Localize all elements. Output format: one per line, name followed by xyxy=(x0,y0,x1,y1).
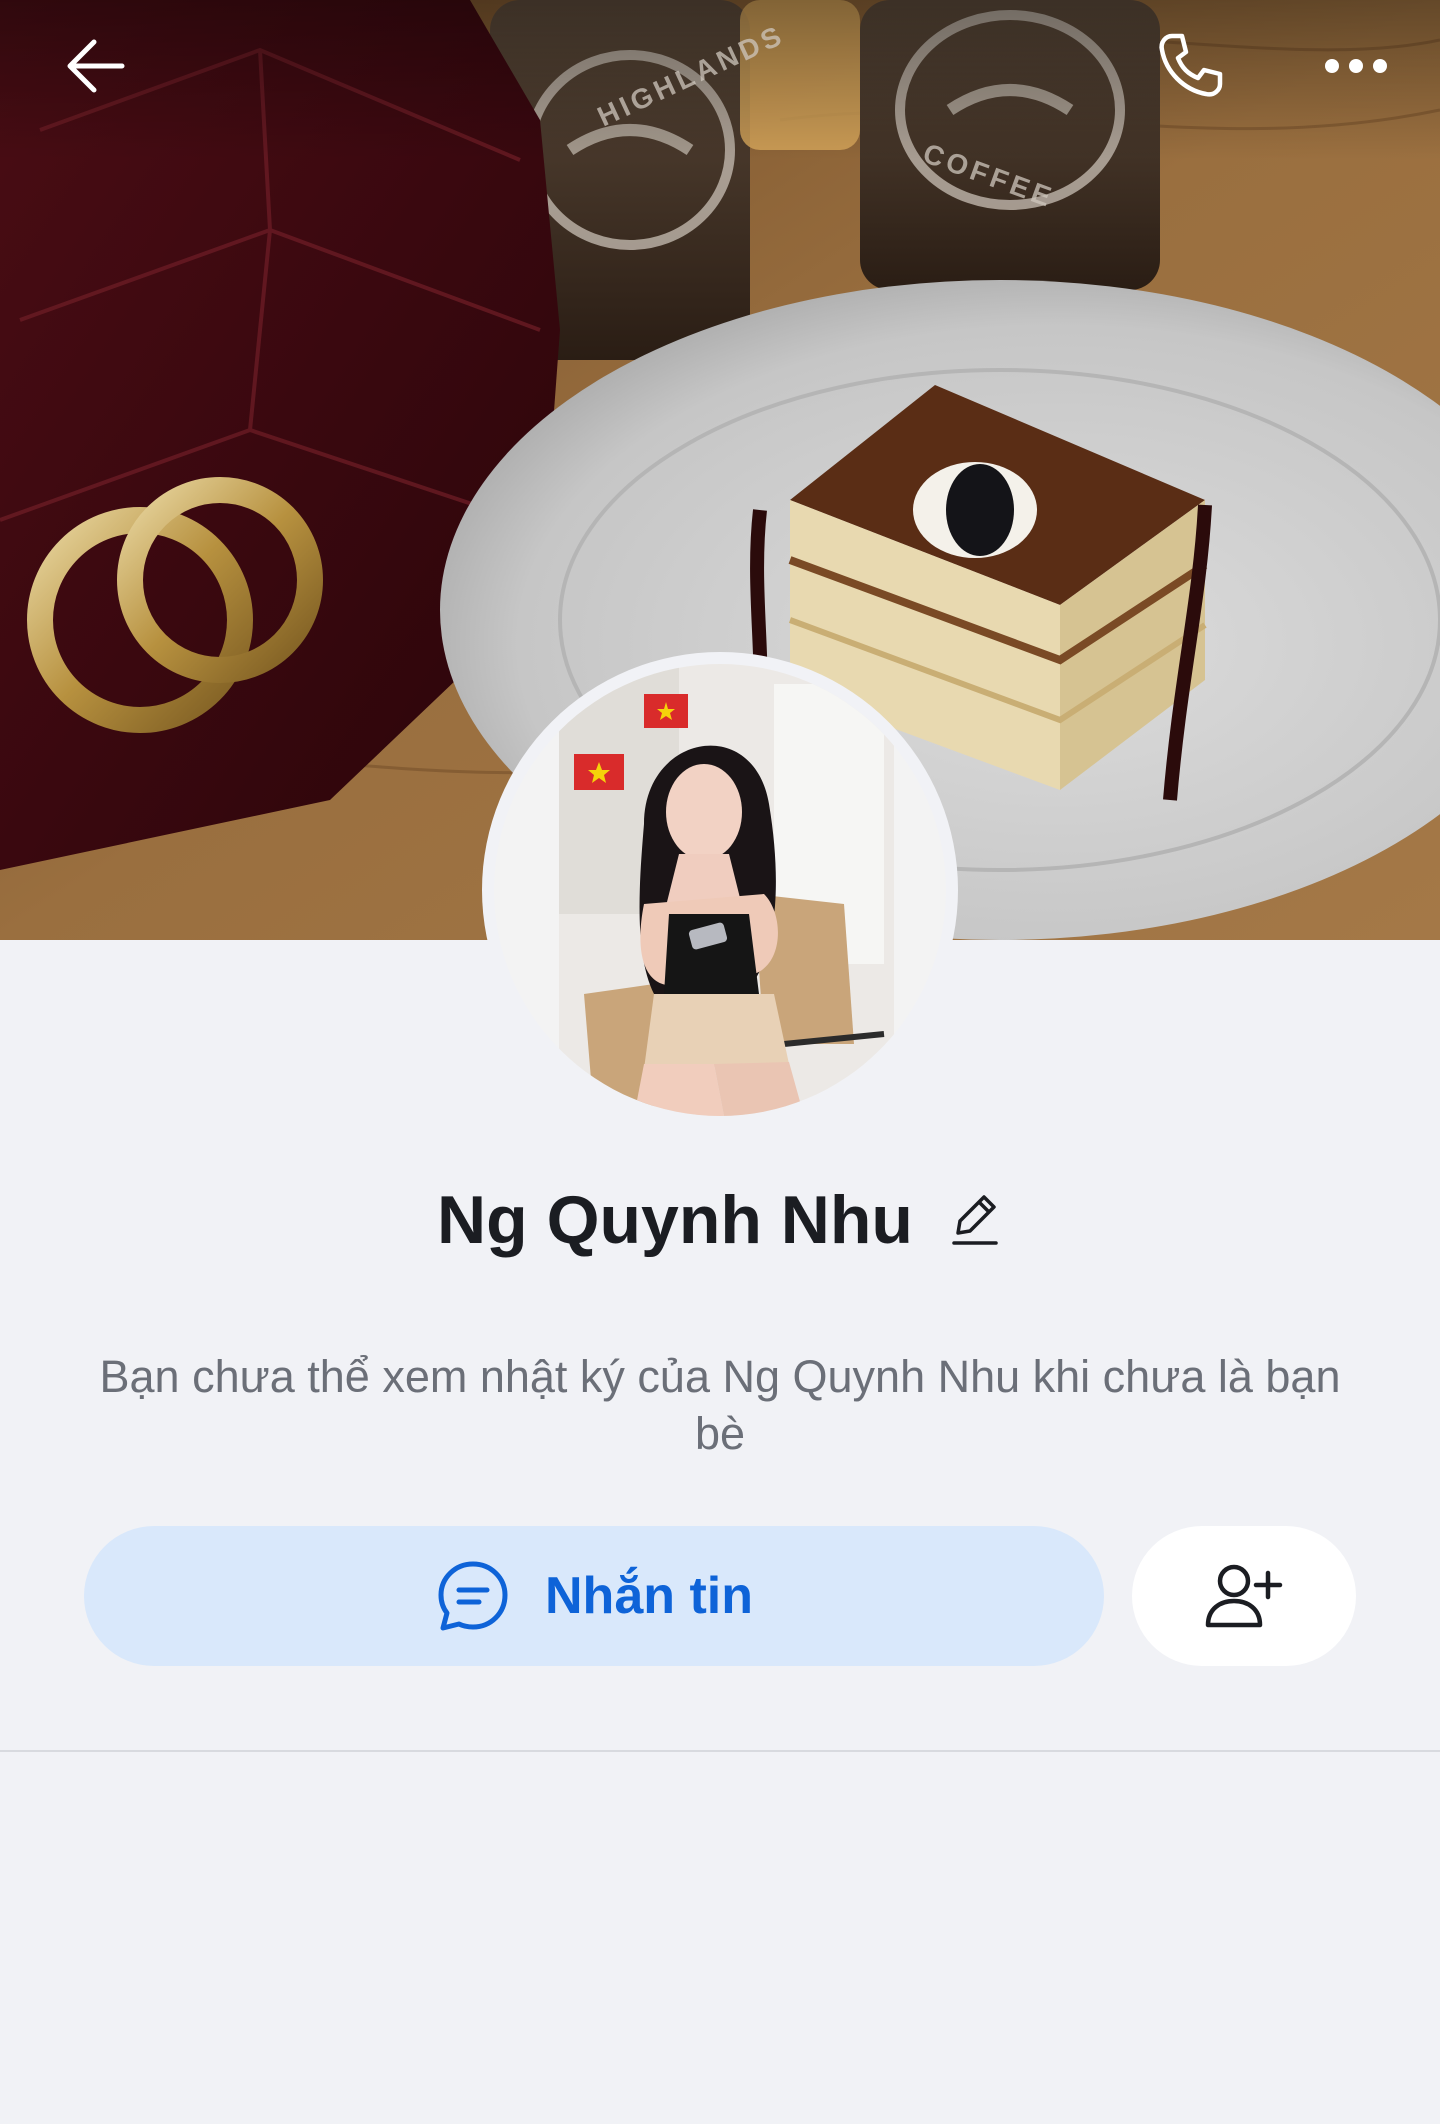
call-button[interactable] xyxy=(1142,18,1238,114)
section-divider xyxy=(0,1750,1440,1752)
profile-name: Ng Quynh Nhu xyxy=(437,1182,913,1258)
pencil-icon xyxy=(952,1195,998,1245)
message-button[interactable]: Nhắn tin xyxy=(84,1526,1104,1666)
add-friend-icon xyxy=(1205,1564,1283,1628)
phone-icon xyxy=(1159,33,1223,97)
back-button[interactable] xyxy=(48,18,144,114)
back-arrow-icon xyxy=(67,39,125,93)
avatar-photo xyxy=(494,664,946,1116)
message-button-label: Nhắn tin xyxy=(545,1567,753,1625)
add-friend-button[interactable] xyxy=(1132,1526,1356,1666)
profile-name-row: Ng Quynh Nhu xyxy=(0,1170,1440,1270)
edit-name-button[interactable] xyxy=(947,1192,1003,1248)
more-dots-icon xyxy=(1325,59,1387,73)
profile-page: HIGHLANDS COFFEE Ng Quynh Nhu Bạn chưa t… xyxy=(0,0,1440,2124)
diary-restriction-notice: Bạn chưa thể xem nhật ký của Ng Quynh Nh… xyxy=(99,1351,1341,1459)
more-options-button[interactable] xyxy=(1308,18,1404,114)
chat-bubble-icon xyxy=(438,1561,508,1631)
avatar[interactable] xyxy=(482,652,958,1128)
